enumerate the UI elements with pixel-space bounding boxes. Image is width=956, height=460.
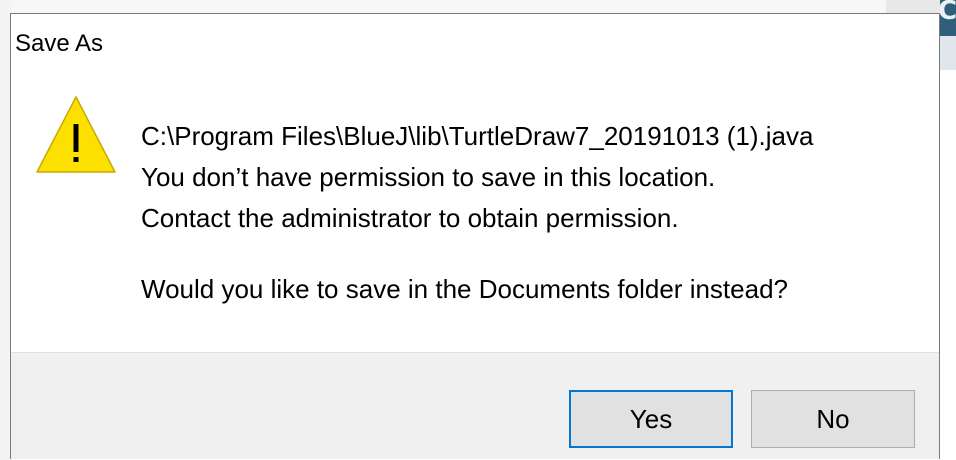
message-spacer xyxy=(141,239,813,269)
background-app-corner: Co xyxy=(940,0,956,70)
background-panel xyxy=(886,0,940,14)
dialog-title: Save As xyxy=(15,30,104,57)
background-window-edge xyxy=(0,0,956,14)
dialog-message: C:\Program Files\BlueJ\lib\TurtleDraw7_2… xyxy=(141,116,813,310)
contact-admin-text: Contact the administrator to obtain perm… xyxy=(141,203,679,233)
question-text: Would you like to save in the Documents … xyxy=(141,274,788,304)
warning-icon xyxy=(36,96,116,173)
dialog-button-bar: Yes No xyxy=(11,352,939,459)
no-button[interactable]: No xyxy=(751,390,915,448)
yes-button[interactable]: Yes xyxy=(569,390,733,448)
file-path-text: C:\Program Files\BlueJ\lib\TurtleDraw7_2… xyxy=(141,121,814,151)
permission-denied-text: You don’t have permission to save in thi… xyxy=(141,162,716,192)
save-as-dialog: Save As C:\Program Files\BlueJ\lib\Turtl… xyxy=(10,13,940,459)
background-app-text: Co xyxy=(940,0,956,26)
background-app-content xyxy=(940,36,956,70)
